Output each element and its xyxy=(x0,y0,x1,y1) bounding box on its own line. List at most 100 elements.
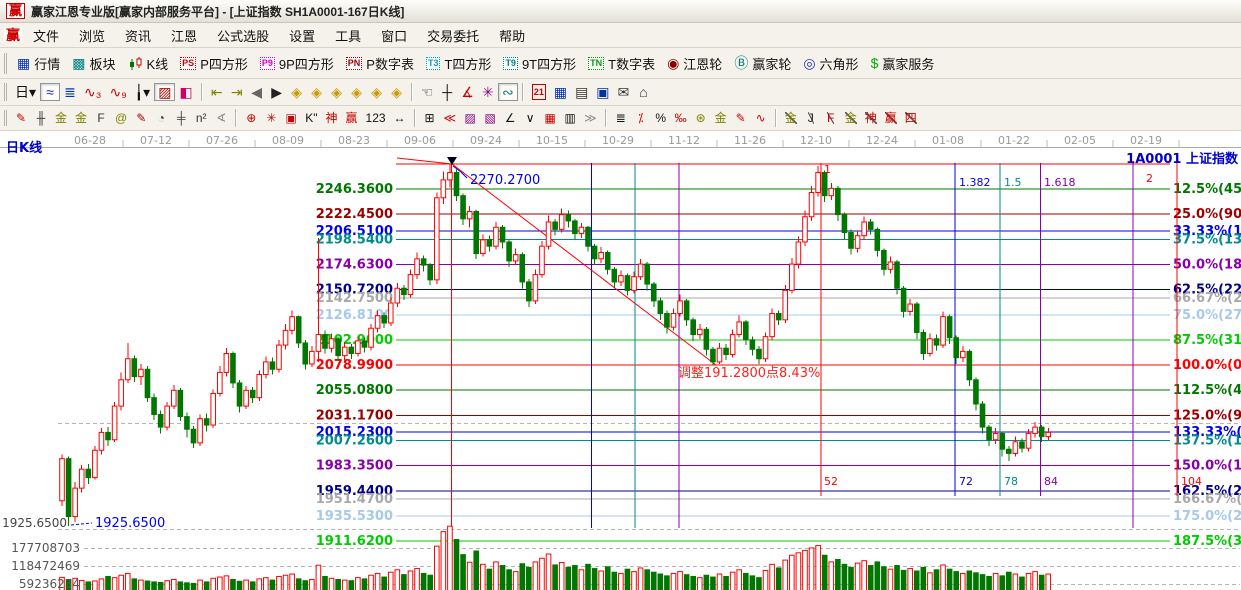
candle-body xyxy=(763,337,768,359)
notepad-button[interactable]: ▤ xyxy=(571,83,592,101)
gold-grid-b-tool[interactable]: 金 xyxy=(71,110,91,126)
9t-square-button[interactable]: T99T四方形 xyxy=(497,52,582,75)
gann-wheel-button[interactable]: ◉江恩轮 xyxy=(661,52,728,75)
grid-ruler-tool[interactable]: ╫ xyxy=(31,110,51,126)
gann-flower-tool[interactable]: ✳ xyxy=(478,83,498,101)
winner-service-button[interactable]: $赢家服务 xyxy=(865,52,941,75)
winner-wheel-button[interactable]: Ⓑ赢家轮 xyxy=(728,52,797,75)
diamond-star-button[interactable]: ◈ xyxy=(387,83,407,101)
four-angle-tool[interactable]: 四 xyxy=(901,110,921,126)
k-quote-tool[interactable]: K" xyxy=(301,110,321,126)
wave-tool[interactable]: ∿ xyxy=(751,110,771,126)
quote-button-label: 行情 xyxy=(34,54,60,73)
percent-tool[interactable]: % xyxy=(651,110,671,126)
menu-gann[interactable]: 江恩 xyxy=(162,24,206,47)
go-last-button[interactable]: ⇥ xyxy=(227,83,247,101)
shen-grid-tool[interactable]: 神 xyxy=(321,110,341,126)
gold-angle-2-tool[interactable]: 金 xyxy=(841,110,861,126)
fan-lines-tool[interactable]: ≪ xyxy=(440,110,461,126)
remote-service-button[interactable]: ⌂ xyxy=(634,83,654,101)
kline-button[interactable]: K线 xyxy=(122,52,175,75)
angle-measure-tool[interactable]: ∡ xyxy=(457,83,478,101)
f-grid-tool[interactable]: F xyxy=(91,110,111,126)
pan-hand-tool[interactable]: ☜ xyxy=(417,83,438,101)
draw-pencil-tool[interactable]: ✎ xyxy=(11,110,31,126)
menu-formula-picker[interactable]: 公式选股 xyxy=(208,24,278,47)
candle-body xyxy=(467,211,472,218)
percent-line-tool[interactable]: ⁒ xyxy=(631,110,651,126)
n2-grid-tool[interactable]: n² xyxy=(191,110,211,126)
menu-news[interactable]: 资讯 xyxy=(116,24,160,47)
gold-grid-a-tool[interactable]: 金 xyxy=(51,110,71,126)
grid-arrow-tool[interactable]: ▥ xyxy=(560,110,580,126)
v-pattern-tool[interactable]: ∨ xyxy=(520,110,540,126)
p-number-table-button[interactable]: PNP数字表 xyxy=(340,52,420,75)
menu-tools[interactable]: 工具 xyxy=(326,24,370,47)
wave-3-tool[interactable]: ∿₃ xyxy=(80,83,105,101)
fan-box-2-tool[interactable]: ▧ xyxy=(480,110,500,126)
pencil-ruler-tool[interactable]: ✎ xyxy=(131,110,151,126)
pattern-box-tool[interactable]: ▨ xyxy=(154,83,175,101)
volume-profile-tool[interactable]: ◧ xyxy=(175,83,196,101)
wave-9-tool[interactable]: ∿₉ xyxy=(105,83,130,101)
fan-box-tool[interactable]: ▨ xyxy=(460,110,480,126)
diamond-plus-button[interactable]: ◈ xyxy=(367,83,387,101)
t-square-button[interactable]: T3T四方形 xyxy=(420,52,497,75)
volume-bar xyxy=(947,569,952,590)
menu-help[interactable]: 帮助 xyxy=(490,24,534,47)
quote-button[interactable]: ▦行情 xyxy=(11,52,66,75)
star-grid-tool[interactable]: ✳ xyxy=(261,110,281,126)
spiral-tool[interactable]: @ xyxy=(111,110,131,126)
freehand-line-tool[interactable]: ≈ xyxy=(40,83,60,101)
t-number-table-button[interactable]: TNT数字表 xyxy=(582,52,661,75)
number-grid-tool[interactable]: 123 xyxy=(362,110,390,126)
three-rays-tool[interactable]: ∠ xyxy=(500,110,520,126)
menu-window[interactable]: 窗口 xyxy=(372,24,416,47)
diamond-right-button[interactable]: ◈ xyxy=(307,83,327,101)
diamond-cross-button[interactable]: ◈ xyxy=(347,83,367,101)
next-bar-button[interactable]: ▶ xyxy=(267,83,287,101)
shen-angle-tool[interactable]: 神 xyxy=(861,110,881,126)
calendar-button[interactable]: 21 xyxy=(528,82,550,102)
span-arrows-tool[interactable]: ↔ xyxy=(390,110,410,126)
menu-file[interactable]: 文件 xyxy=(24,24,68,47)
scribble-select-tool[interactable]: ∾ xyxy=(498,83,518,101)
gold-circle-tool[interactable]: ⊛ xyxy=(691,110,711,126)
f-angle-tool[interactable]: F xyxy=(821,110,841,126)
gold-lines-tool[interactable]: 金 xyxy=(711,110,731,126)
menu-trade[interactable]: 交易委托 xyxy=(418,24,488,47)
square-grid-tool[interactable]: ▣ xyxy=(281,110,301,126)
calculator-button[interactable]: ▦ xyxy=(550,83,571,101)
time-circle-tool[interactable]: ◔ xyxy=(151,110,171,126)
prev-bar-button[interactable]: ◀ xyxy=(247,83,267,101)
diamond-hsplit-button[interactable]: ◈ xyxy=(327,83,347,101)
p-square-button[interactable]: PSP四方形 xyxy=(174,52,254,75)
red-grid-tool[interactable]: ▦ xyxy=(540,110,560,126)
menu-settings[interactable]: 设置 xyxy=(280,24,324,47)
red-pencil-tool[interactable]: ✎ xyxy=(731,110,751,126)
send-report-button[interactable]: ✉ xyxy=(614,83,634,101)
j-angle-tool[interactable]: J xyxy=(801,110,821,126)
chart-canvas[interactable]: 06-2807-1207-2608-0908-2309-0609-2410-15… xyxy=(0,132,1241,590)
scale-bars-tool[interactable]: ≣ xyxy=(611,110,631,126)
percent-underline-tool[interactable]: ‰ xyxy=(671,110,691,126)
ruler-tool[interactable]: ╪ xyxy=(171,110,191,126)
angle-tool[interactable]: ∢ xyxy=(211,110,231,126)
save-button[interactable]: ▣ xyxy=(592,83,613,101)
sector-button[interactable]: ▩板块 xyxy=(66,52,121,75)
diamond-left-button[interactable]: ◈ xyxy=(287,83,307,101)
crosshair-tool[interactable]: ┼ xyxy=(437,83,457,101)
single-candle-dropdown[interactable]: ╽▾ xyxy=(131,83,154,101)
menu-browse[interactable]: 浏览 xyxy=(70,24,114,47)
win-angle-tool[interactable]: 赢 xyxy=(881,110,901,126)
gold-angle-tool[interactable]: 金 xyxy=(781,110,801,126)
win-grid-tool[interactable]: 赢 xyxy=(342,110,362,126)
hexagon-button[interactable]: ◎六角形 xyxy=(797,52,864,75)
9p-square-button[interactable]: P99P四方形 xyxy=(254,52,340,75)
candle-type-dropdown[interactable]: 日▾ xyxy=(11,83,40,101)
go-first-button[interactable]: ⇤ xyxy=(207,83,227,101)
box-handles-tool[interactable]: ⊞ xyxy=(420,110,440,126)
note-panel-button[interactable]: ≣ xyxy=(60,83,80,101)
circle-crosshair-tool[interactable]: ⊕ xyxy=(241,110,261,126)
trend-lines-tool[interactable]: ≫ xyxy=(580,110,601,126)
